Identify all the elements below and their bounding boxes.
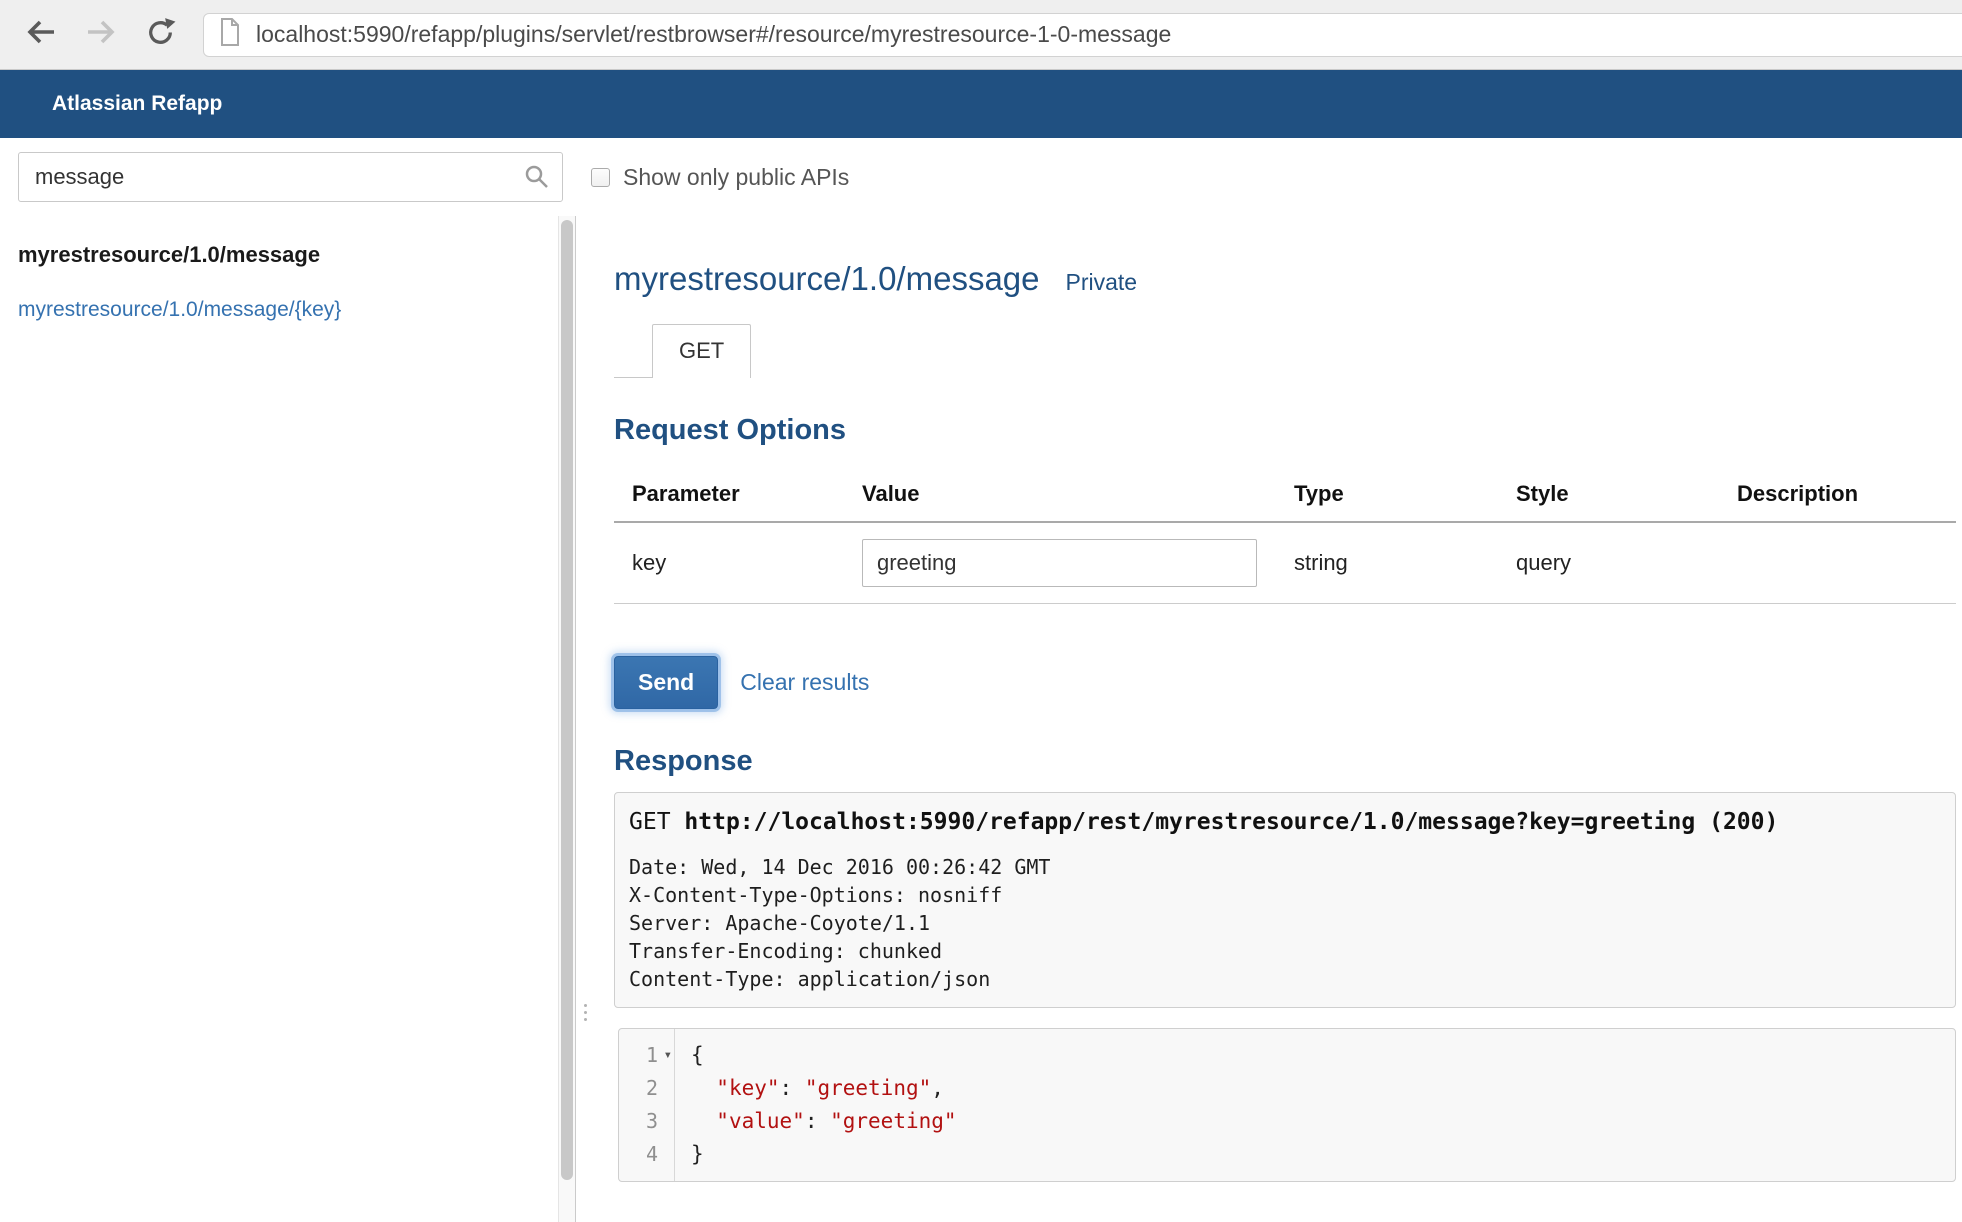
line-number: 2 bbox=[619, 1072, 658, 1105]
app-title: Atlassian Refapp bbox=[52, 92, 222, 116]
response-url: http://localhost:5990/refapp/rest/myrest… bbox=[684, 809, 1695, 835]
line-number-gutter: 1▾234 bbox=[619, 1029, 675, 1181]
collapse-arrow-icon[interactable]: ▾ bbox=[664, 1039, 672, 1072]
line-number: 3 bbox=[619, 1105, 658, 1138]
response-panel: GET http://localhost:5990/refapp/rest/my… bbox=[614, 792, 1956, 1008]
browser-address-bar[interactable]: localhost:5990/refapp/plugins/servlet/re… bbox=[203, 13, 1962, 57]
param-description bbox=[1719, 522, 1956, 604]
param-name: key bbox=[614, 522, 844, 604]
clear-results-link[interactable]: Clear results bbox=[740, 669, 869, 696]
sidebar-scrollbar[interactable] bbox=[558, 216, 576, 1222]
json-line: } bbox=[691, 1138, 957, 1171]
show-public-checkbox[interactable] bbox=[591, 168, 610, 187]
col-style: Style bbox=[1498, 469, 1719, 522]
response-header-line: Server: Apache-Coyote/1.1 bbox=[629, 909, 1955, 937]
resource-detail-panel: myrestresource/1.0/message Private GET R… bbox=[576, 216, 1962, 1222]
json-line: "value": "greeting" bbox=[691, 1105, 957, 1138]
title-row: myrestresource/1.0/message Private bbox=[614, 260, 1956, 298]
page-icon bbox=[218, 17, 242, 52]
search-box bbox=[18, 152, 563, 202]
response-header-line: Transfer-Encoding: chunked bbox=[629, 937, 1955, 965]
send-button[interactable]: Send bbox=[614, 656, 718, 709]
response-method: GET bbox=[629, 809, 671, 835]
json-code: { "key": "greeting", "value": "greeting"… bbox=[675, 1029, 957, 1181]
col-parameter: Parameter bbox=[614, 469, 844, 522]
col-description: Description bbox=[1719, 469, 1956, 522]
request-actions: Send Clear results bbox=[614, 656, 1956, 709]
browser-forward-button[interactable] bbox=[84, 16, 118, 53]
line-number: 4 bbox=[619, 1138, 658, 1171]
api-toolbar: Show only public APIs bbox=[0, 138, 1962, 216]
method-tabs: GET bbox=[614, 324, 751, 378]
resource-title: myrestresource/1.0/message bbox=[614, 260, 1040, 298]
line-number: 1▾ bbox=[619, 1039, 658, 1072]
response-heading: Response bbox=[614, 745, 1956, 778]
tab-get[interactable]: GET bbox=[652, 324, 751, 378]
show-public-label: Show only public APIs bbox=[623, 164, 849, 191]
param-row: key string query bbox=[614, 522, 1956, 604]
pane-resize-grip[interactable] bbox=[584, 1004, 587, 1021]
search-input[interactable] bbox=[18, 152, 563, 202]
back-icon bbox=[24, 16, 58, 53]
request-options-heading: Request Options bbox=[614, 414, 1956, 447]
scrollbar-thumb[interactable] bbox=[561, 220, 573, 1180]
param-style: query bbox=[1498, 522, 1719, 604]
search-icon bbox=[523, 163, 551, 196]
col-type: Type bbox=[1276, 469, 1498, 522]
param-value-input[interactable] bbox=[862, 539, 1257, 587]
sidebar-item-message[interactable]: myrestresource/1.0/message bbox=[18, 242, 558, 268]
params-header-row: Parameter Value Type Style Description bbox=[614, 469, 1956, 522]
param-type: string bbox=[1276, 522, 1498, 604]
response-status-code: (200) bbox=[1709, 809, 1778, 835]
forward-icon bbox=[84, 16, 118, 53]
show-public-toggle: Show only public APIs bbox=[591, 164, 849, 191]
response-header-line: X-Content-Type-Options: nosniff bbox=[629, 881, 1955, 909]
json-line: { bbox=[691, 1039, 957, 1072]
reload-icon bbox=[144, 16, 177, 54]
request-params-table: Parameter Value Type Style Description k… bbox=[614, 469, 1956, 604]
url-text: localhost:5990/refapp/plugins/servlet/re… bbox=[256, 21, 1171, 48]
app-header: Atlassian Refapp bbox=[0, 70, 1962, 138]
response-header-line: Date: Wed, 14 Dec 2016 00:26:42 GMT bbox=[629, 853, 1955, 881]
resource-list: myrestresource/1.0/message myrestresourc… bbox=[0, 216, 558, 1222]
visibility-badge: Private bbox=[1066, 269, 1138, 296]
browser-chrome: localhost:5990/refapp/plugins/servlet/re… bbox=[0, 0, 1962, 70]
browser-reload-button[interactable] bbox=[144, 16, 177, 54]
response-header-line: Content-Type: application/json bbox=[629, 965, 1955, 993]
response-status-line: GET http://localhost:5990/refapp/rest/my… bbox=[629, 807, 1955, 837]
browser-back-button[interactable] bbox=[24, 16, 58, 53]
sidebar-item-message-key[interactable]: myrestresource/1.0/message/{key} bbox=[18, 298, 558, 322]
response-body: 1▾234 { "key": "greeting", "value": "gre… bbox=[618, 1028, 1956, 1182]
col-value: Value bbox=[844, 469, 1276, 522]
response-headers: Date: Wed, 14 Dec 2016 00:26:42 GMTX-Con… bbox=[629, 853, 1955, 993]
json-line: "key": "greeting", bbox=[691, 1072, 957, 1105]
